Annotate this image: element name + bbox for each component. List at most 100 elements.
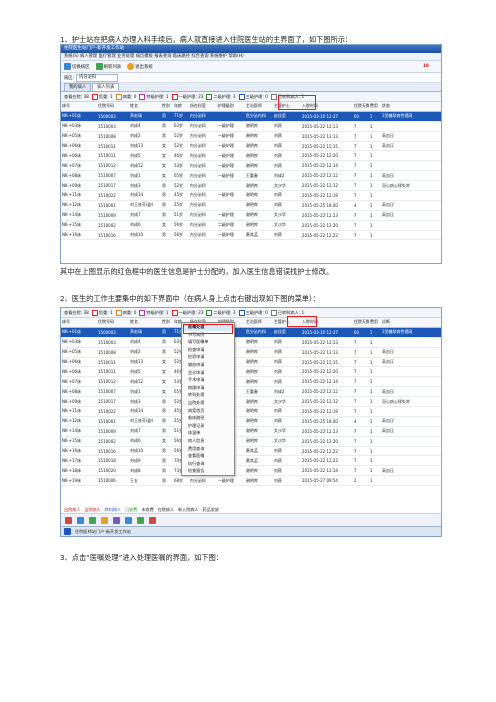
table-row[interactable]: NK-+03床1510003刘成4男63岁内分泌科一级护理谢明库刘燕2015-0… (61, 121, 441, 132)
filter-level1-care[interactable]: 一级护理: 23 (171, 309, 203, 316)
context-menu-item[interactable]: 会诊申请 (182, 369, 234, 377)
context-menu-item[interactable]: 费用查询 (182, 445, 234, 453)
table-row[interactable]: NK-+09床1510017刘成3男52岁内分泌科谢明库文沙华2015-05-2… (61, 180, 441, 192)
column-header[interactable]: 诊断 (380, 318, 441, 328)
context-menu-item[interactable]: 填写医嘱单 (182, 338, 234, 346)
filter-level2-care[interactable]: 二级护理: 3 (206, 93, 236, 100)
context-menu-item[interactable]: 护理记录 (182, 422, 234, 430)
filter-level3-care[interactable]: 三级护理: 0 (238, 93, 268, 100)
table-row[interactable]: NK-+14床1510009刘成7男51岁内分泌科一级护理谢明库文沙华2015-… (61, 210, 441, 221)
table-row[interactable]: NK-+12床1510001刘王彦芬(副)男25岁内分泌科谢明库刘燕2015-0… (61, 200, 441, 211)
context-menu-item[interactable]: 出院处理 (182, 399, 234, 407)
filter-transferred[interactable]: 已转科病人: 1 (270, 309, 304, 316)
column-header[interactable]: 护理级别 (216, 102, 245, 112)
table-row[interactable]: NK-+06床1510011刘成5女46岁内分泌科一级护理谢明库刘燕2015-0… (61, 366, 441, 378)
context-menu-item[interactable]: 病理申请 (182, 384, 234, 392)
column-header[interactable]: 主治医师 (244, 102, 273, 112)
table-row[interactable]: NK-+03床1510003刘成4男63岁内分泌科一级护理谢明库刘燕2015-0… (61, 337, 441, 348)
table-cell: 男 (160, 396, 173, 408)
table-row[interactable]: NK-+19床 1510006 王五男 68岁 内分泌科 一级护理 谢明库 刘燕 2015-05… (61, 475, 441, 487)
column-header[interactable]: 住院天数 (352, 318, 369, 328)
consult-icon[interactable] (113, 516, 120, 524)
column-header[interactable]: 性别 (160, 102, 173, 112)
table-row[interactable]: NK-+15床1510002刘成6女56岁内分泌科二级护理谢明库文沙华2015-… (61, 220, 441, 231)
context-menu-item[interactable]: 查看医嘱 (182, 452, 234, 460)
column-header[interactable]: 所在科室 (188, 102, 217, 112)
table-row[interactable]: NK-+01床1500003茅宏瑞男71岁内分泌科危分泌内科赵佳莹2015-03… (61, 111, 441, 122)
surgery-icon[interactable] (125, 516, 132, 524)
filter-level2-care[interactable]: 二级护理: 3 (206, 309, 236, 316)
column-header[interactable]: 住院号码 (96, 318, 129, 328)
filter-serious[interactable]: 病重: 0 (115, 93, 136, 100)
filter-special-care[interactable]: 特级护理: 1 (139, 309, 169, 316)
table-cell: 2015-05-22 12:12 (300, 170, 353, 182)
context-menu-item[interactable]: 检验申请 (182, 353, 234, 361)
record-icon[interactable] (77, 516, 84, 524)
table-row[interactable]: NK-+18床1510020刘成8男73岁内分泌科一级护理谢明库刘燕2015-0… (61, 465, 441, 477)
filter-level3-care[interactable]: 三级护理: 0 (238, 309, 268, 316)
exam-icon[interactable] (89, 516, 96, 524)
column-header[interactable]: 主治医师 (244, 318, 273, 328)
table-cell: 黄其孟 (244, 446, 273, 457)
column-header[interactable]: 姓名 (128, 318, 161, 328)
context-menu-item[interactable]: 执行查询 (182, 460, 234, 468)
table-row[interactable]: NK-+08床1510007刘成1女65岁内分泌科一级护理王重春刘成22015-… (61, 386, 441, 398)
filter-special-care[interactable]: 特级护理: 1 (139, 93, 169, 100)
context-menu-item[interactable]: 手术申请 (182, 376, 234, 384)
context-menu-item[interactable]: 病人信息 (182, 437, 234, 445)
context-menu-item[interactable]: 检查申请 (182, 346, 234, 354)
table-row[interactable]: NK-+11床1510022刘成14男45岁内分泌科一级护理谢明库刘燕2015-… (61, 190, 441, 201)
column-header[interactable]: 状态 (380, 102, 441, 112)
refresh-button[interactable]: 刷新列表 (95, 63, 121, 70)
table-row[interactable]: NK-+05床1510008刘成2男52岁内分泌科一级护理谢明库刘燕2015-0… (61, 347, 441, 358)
filter-level1-care[interactable]: 一级护理: 23 (171, 93, 203, 100)
table-row[interactable]: NK-+05床1510008刘成2男52岁内分泌科一级护理谢明库刘燕2015-0… (61, 131, 441, 142)
table-row[interactable]: NK-+06床1510011刘成13女52岁内分泌科一级护理谢明库刘燕2015-… (61, 357, 441, 368)
column-header[interactable]: 性别 (160, 318, 173, 328)
switch-ward-button[interactable]: 切换病区 (64, 63, 90, 70)
context-menu-item[interactable]: 体温单 (182, 429, 234, 437)
table-row[interactable]: NK-+01床1500003茅宏瑞男71岁内分泌科危分泌内科赵佳莹2015-03… (61, 327, 441, 338)
table-row[interactable]: NK-+09床1510017刘成3男52岁内分泌科谢明库文沙华2015-05-2… (61, 396, 441, 408)
transfer-icon[interactable] (137, 516, 144, 524)
context-menu-item[interactable]: 检查报告 (182, 467, 234, 475)
table-row[interactable]: NK-+08床1510007刘成1女65岁内分泌科一级护理王重春刘成22015-… (61, 170, 441, 182)
app-icon[interactable] (64, 528, 71, 535)
column-header[interactable]: 年龄 (172, 102, 189, 112)
context-menu-item[interactable]: 病案首页 (182, 407, 234, 415)
taskbar-app[interactable]: 住院医师站门户-新开发工作站 (75, 529, 131, 535)
table-cell: NK-+14床 (61, 210, 97, 221)
tab-patient-list[interactable]: 病人列表 (92, 83, 120, 91)
context-menu-item[interactable]: 转科处理 (182, 391, 234, 399)
table-row[interactable]: NK-+16床1510016刘成10男56岁内分泌科一级护理黄其孟刘燕2015-… (61, 230, 441, 241)
table-row[interactable]: NK-+14床1510009刘成7男51岁内分泌科一级护理谢明库文沙华2015-… (61, 426, 441, 437)
table-row[interactable]: NK-+11床1510022刘成14男45岁内分泌科一级护理谢明库刘燕2015-… (61, 406, 441, 417)
order-icon[interactable] (65, 516, 72, 524)
context-menu-item[interactable]: 输血申请 (182, 361, 234, 369)
table-row[interactable]: NK-+06床1510011刘成13女52岁内分泌科一级护理谢明库刘燕2015-… (61, 141, 441, 152)
filter-critical[interactable]: 危重: 1 (91, 93, 113, 100)
table-row[interactable]: NK-+07床1510012刘成12女53岁内分泌科一级护理谢明库刘燕2015-… (61, 376, 441, 388)
lab-icon[interactable] (101, 516, 108, 524)
table-row[interactable]: NK-+15床1510002刘成6女56岁内分泌科二级护理谢明库文沙华2015-… (61, 436, 441, 447)
menu-bar[interactable]: 系统(S) 病人管理 医疗管理 业务处理 病历模板 报表查询 临床路径 综合查询… (61, 53, 441, 61)
column-header[interactable]: 住院号码 (96, 102, 129, 112)
exit-button[interactable]: 退出系统 (127, 63, 153, 70)
context-menu-item[interactable]: 临床路径 (182, 414, 234, 422)
filter-serious[interactable]: 病重: 0 (115, 309, 136, 316)
table-row[interactable]: NK-+17床1510018刘成9男70岁内分泌科一级护理黄其孟刘燕2015-0… (61, 455, 441, 467)
column-header[interactable]: 费用 (368, 102, 381, 112)
column-header[interactable]: 床号 (61, 102, 97, 112)
tab-my-patients[interactable]: 我的病人 (64, 83, 92, 91)
column-header[interactable]: 费用 (368, 318, 381, 328)
table-row[interactable]: NK-+12床1510001刘王彦芬(副)男25岁内分泌科谢明库刘燕2015-0… (61, 416, 441, 427)
table-row[interactable]: NK-+16床1510016刘成10男56岁内分泌科一级护理黄其孟刘燕2015-… (61, 446, 441, 457)
discharge-icon[interactable] (149, 516, 156, 524)
table-row[interactable]: NK-+07床1510012刘成12女53岁内分泌科一级护理谢明库刘燕2015-… (61, 160, 441, 172)
column-header[interactable]: 姓名 (128, 102, 161, 112)
column-header[interactable]: 住院天数 (352, 102, 369, 112)
ward-select[interactable]: 内分泌科 (76, 73, 119, 82)
filter-critical[interactable]: 危重: 1 (91, 309, 113, 316)
table-row[interactable]: NK-+06床1510011刘成5女46岁内分泌科一级护理谢明库刘燕2015-0… (61, 150, 441, 162)
column-header[interactable]: 床号 (61, 318, 97, 328)
